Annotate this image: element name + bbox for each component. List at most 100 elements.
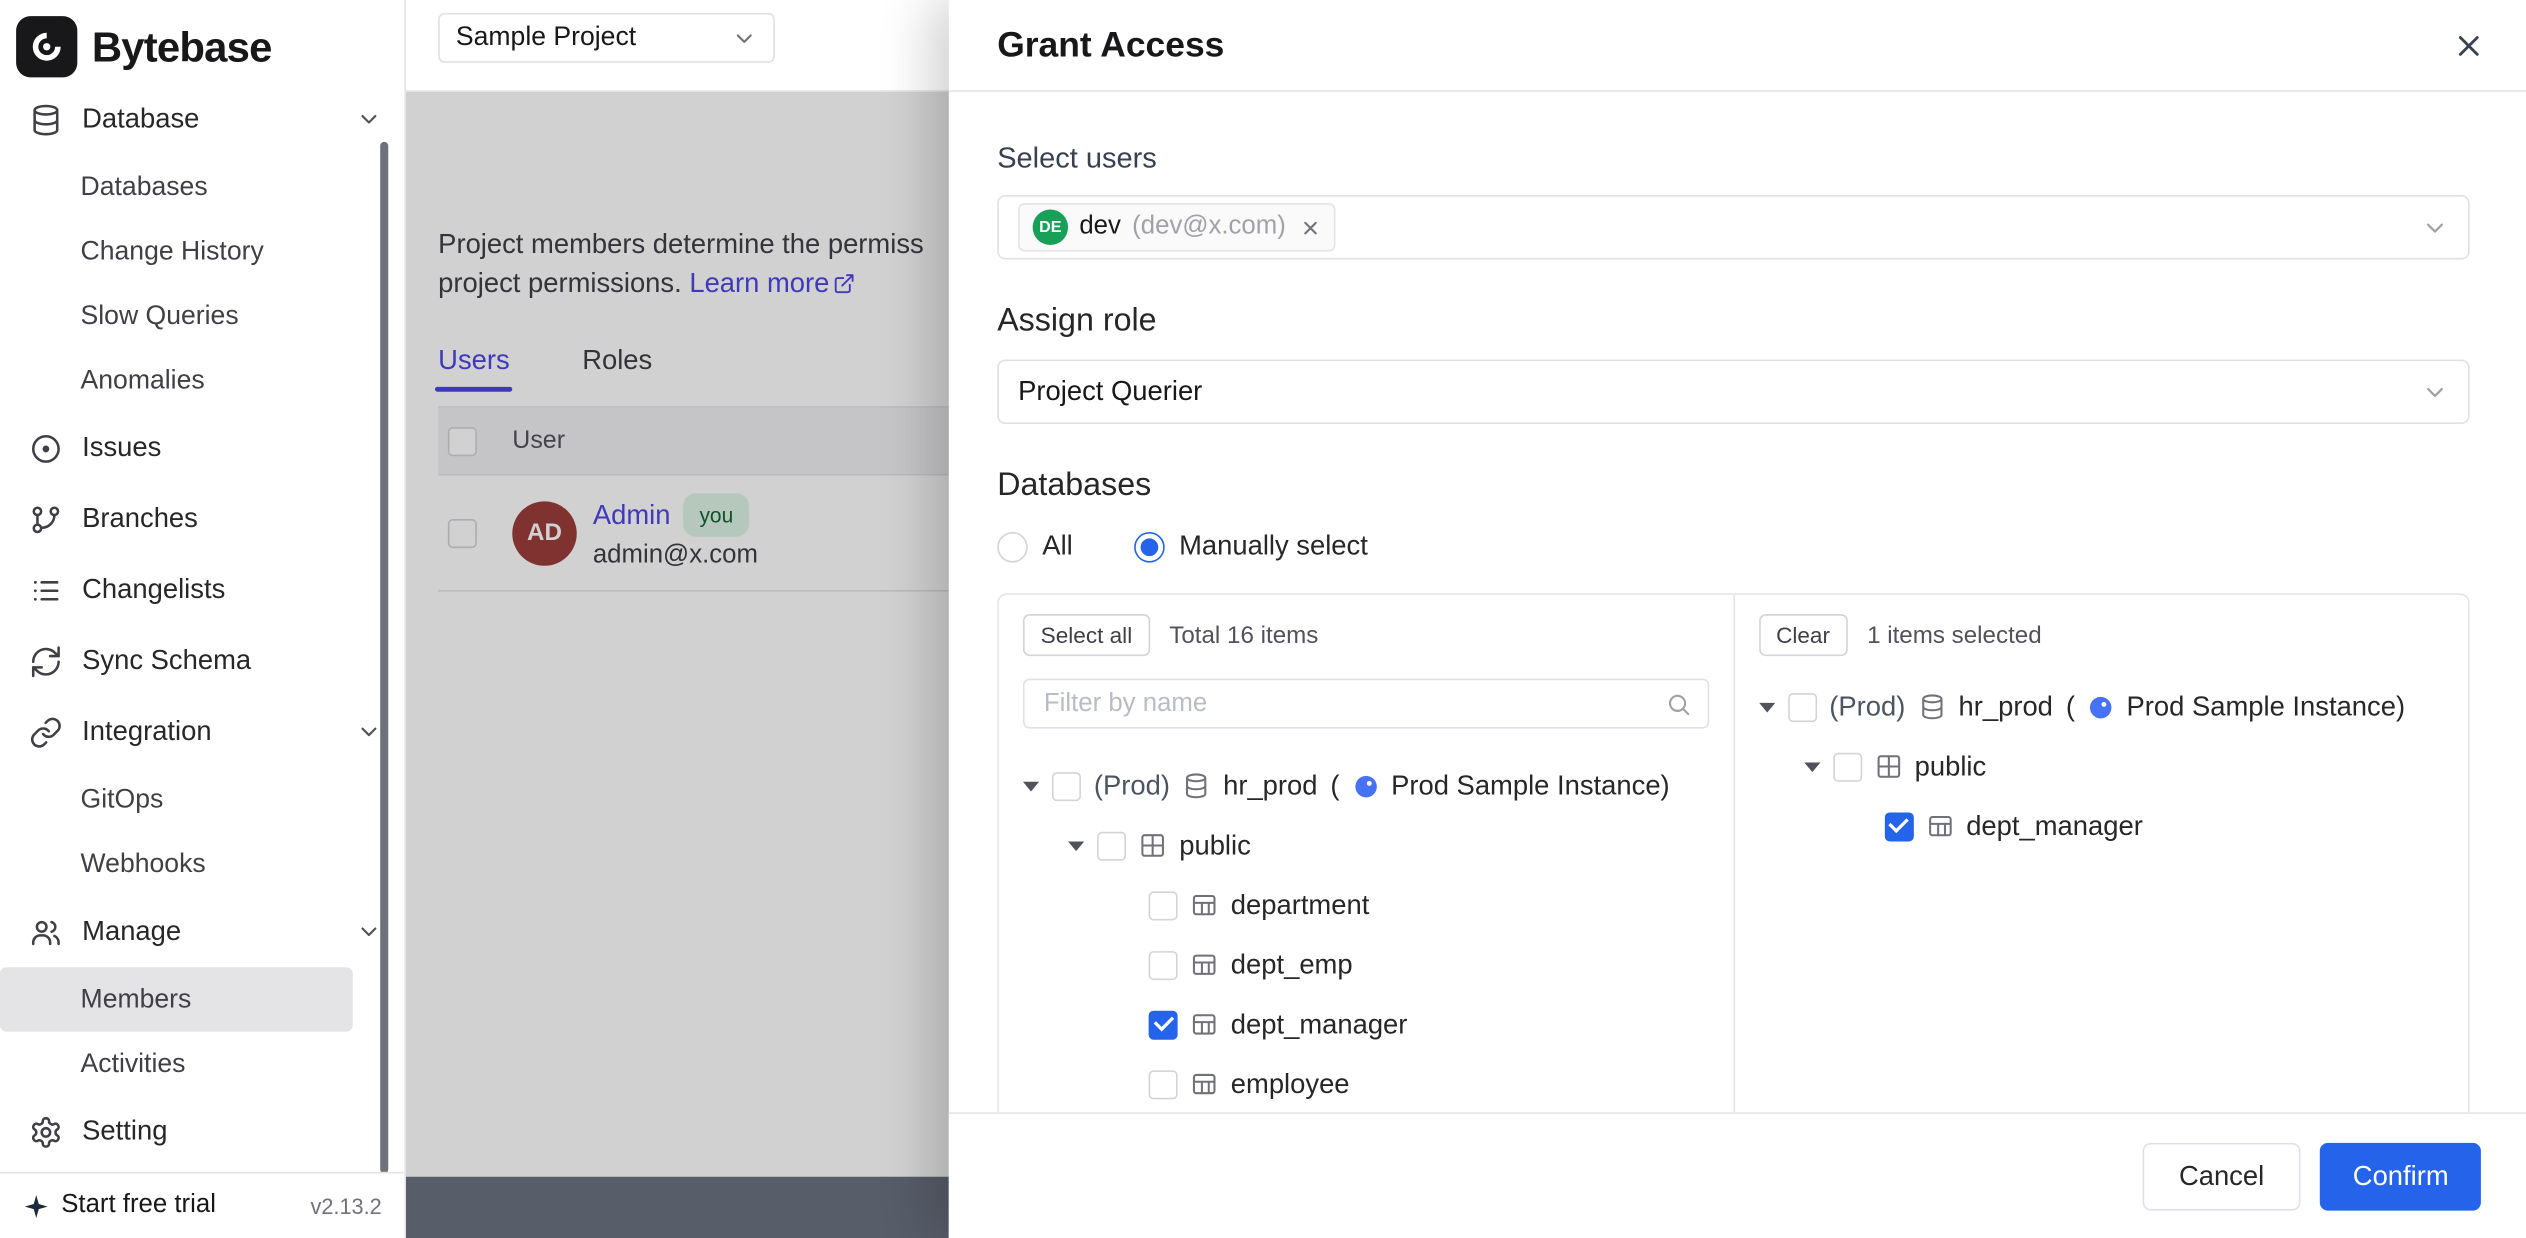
source-tree: (Prod) hr_prod ( Prod Sample Instance) p… <box>999 756 1733 1112</box>
users-multiselect[interactable]: DE dev (dev@x.com) <box>997 195 2469 259</box>
database-icon <box>1918 693 1945 720</box>
sidebar-item-gitops[interactable]: GitOps <box>0 767 404 831</box>
selected-user-tag: DE dev (dev@x.com) <box>1018 203 1336 251</box>
cancel-button[interactable]: Cancel <box>2142 1142 2301 1210</box>
tree-row-schema[interactable]: public <box>999 816 1733 876</box>
gear-icon <box>29 1115 63 1149</box>
brand-name: Bytebase <box>92 22 272 72</box>
select-users-label: Select users <box>997 140 2469 175</box>
sidebar-item-label: Issues <box>82 432 161 464</box>
instance-icon <box>1352 773 1378 799</box>
radio-manually-select[interactable]: Manually select <box>1134 530 1368 562</box>
grant-access-drawer: Grant Access Select users DE dev (dev@x.… <box>949 0 2526 1238</box>
sidebar-item-label: Branches <box>82 503 198 535</box>
env-label: (Prod) <box>1829 691 1905 723</box>
checkbox-checked[interactable] <box>1884 812 1913 841</box>
sidebar-item-sync-schema[interactable]: Sync Schema <box>0 625 404 696</box>
git-branch-icon <box>29 502 63 536</box>
instance-icon <box>2088 694 2114 720</box>
search-icon <box>1665 691 1691 717</box>
schema-name: public <box>1915 750 1987 782</box>
checkbox-checked[interactable] <box>1149 1010 1178 1039</box>
target-panel-header: Clear 1 items selected <box>1734 614 2468 656</box>
users-icon <box>29 915 63 949</box>
checkbox[interactable] <box>1097 831 1126 860</box>
caret-down-icon[interactable] <box>1803 762 1819 772</box>
caret-down-icon[interactable] <box>1758 702 1774 712</box>
tree-row-database[interactable]: (Prod) hr_prod ( Prod Sample Instance) <box>1734 677 2468 737</box>
drawer-mask[interactable] <box>406 92 949 1238</box>
tree-row-schema[interactable]: public <box>1734 737 2468 797</box>
source-panel-header: Select all Total 16 items <box>999 614 1733 656</box>
avatar: DE <box>1033 210 1068 245</box>
sidebar-item-change-history[interactable]: Change History <box>0 219 404 283</box>
user-email: (dev@x.com) <box>1132 213 1286 242</box>
sidebar-item-slow-queries[interactable]: Slow Queries <box>0 284 404 348</box>
sidebar-item-label: Slow Queries <box>81 301 239 332</box>
sidebar-item-database[interactable]: Database <box>0 84 404 155</box>
sidebar-item-changelists[interactable]: Changelists <box>0 555 404 626</box>
refresh-icon <box>29 644 63 678</box>
role-select[interactable]: Project Querier <box>997 359 2469 423</box>
sidebar-item-members[interactable]: Members <box>0 967 353 1031</box>
table-name: dept_emp <box>1231 949 1353 981</box>
filter-input[interactable] <box>1041 688 1665 720</box>
tree-row-table[interactable]: dept_manager <box>1734 796 2468 856</box>
caret-down-icon[interactable] <box>1023 781 1039 791</box>
database-scope-radios: All Manually select <box>997 527 2469 566</box>
checkbox[interactable] <box>1832 752 1861 781</box>
checkbox[interactable] <box>1149 891 1178 920</box>
select-all-button[interactable]: Select all <box>1023 614 1150 656</box>
sidebar-item-anomalies[interactable]: Anomalies <box>0 348 404 412</box>
role-select-value: Project Querier <box>1018 376 1202 408</box>
env-label: (Prod) <box>1094 770 1170 802</box>
tree-row-table[interactable]: dept_manager <box>999 995 1733 1055</box>
sidebar-scrollbar[interactable] <box>380 142 388 1174</box>
tree-row-database[interactable]: (Prod) hr_prod ( Prod Sample Instance) <box>999 756 1733 816</box>
tree-row-table[interactable]: dept_emp <box>999 935 1733 995</box>
checkbox[interactable] <box>1787 692 1816 721</box>
database-icon <box>29 102 63 136</box>
brand[interactable]: Bytebase <box>0 0 404 84</box>
project-select[interactable]: Sample Project <box>438 13 775 63</box>
target-tree: (Prod) hr_prod ( Prod Sample Instance) p… <box>1734 677 2468 1112</box>
clear-button[interactable]: Clear <box>1758 614 1847 656</box>
sidebar-item-setting[interactable]: Setting <box>0 1096 404 1167</box>
sidebar: Bytebase Database Databases Change Histo… <box>0 0 406 1238</box>
radio-all[interactable]: All <box>997 530 1073 562</box>
sidebar-item-branches[interactable]: Branches <box>0 484 404 555</box>
sidebar-item-issues[interactable]: Issues <box>0 413 404 484</box>
remove-user-icon[interactable] <box>1300 217 1321 238</box>
radio-all-label: All <box>1042 530 1072 562</box>
sparkle-icon <box>23 1192 50 1219</box>
tree-row-table[interactable]: employee <box>999 1054 1733 1112</box>
drawer-header: Grant Access <box>949 0 2526 92</box>
sidebar-item-label: Integration <box>82 716 211 748</box>
radio-icon[interactable] <box>1134 531 1165 562</box>
transfer-target-panel: Clear 1 items selected (Prod) hr_prod ( <box>1733 595 2468 1112</box>
tree-row-table[interactable]: department <box>999 875 1733 935</box>
chevron-down-icon <box>356 106 382 132</box>
radio-icon[interactable] <box>997 531 1028 562</box>
checkbox[interactable] <box>1052 771 1081 800</box>
radio-manual-label: Manually select <box>1179 530 1368 562</box>
checkbox[interactable] <box>1149 950 1178 979</box>
project-select-value: Sample Project <box>456 23 636 54</box>
table-icon <box>1191 1070 1218 1097</box>
sidebar-item-activities[interactable]: Activities <box>0 1032 404 1096</box>
sidebar-item-label: Anomalies <box>81 365 205 396</box>
close-icon[interactable] <box>2445 23 2490 68</box>
confirm-button[interactable]: Confirm <box>2321 1142 2481 1210</box>
sidebar-item-databases[interactable]: Databases <box>0 155 404 219</box>
database-name: hr_prod <box>1959 691 2053 723</box>
trial-link[interactable]: Start free trial <box>61 1191 216 1220</box>
sidebar-item-label: Webhooks <box>81 849 206 880</box>
checkbox[interactable] <box>1149 1070 1178 1099</box>
sidebar-item-manage[interactable]: Manage <box>0 896 404 967</box>
transfer-source-panel: Select all Total 16 items (Prod) <box>999 595 1733 1112</box>
trial-bar: Start free trial v2.13.2 <box>0 1172 404 1238</box>
sidebar-item-webhooks[interactable]: Webhooks <box>0 832 404 896</box>
sidebar-item-label: Members <box>81 984 192 1015</box>
sidebar-item-integration[interactable]: Integration <box>0 696 404 767</box>
caret-down-icon[interactable] <box>1068 841 1084 851</box>
